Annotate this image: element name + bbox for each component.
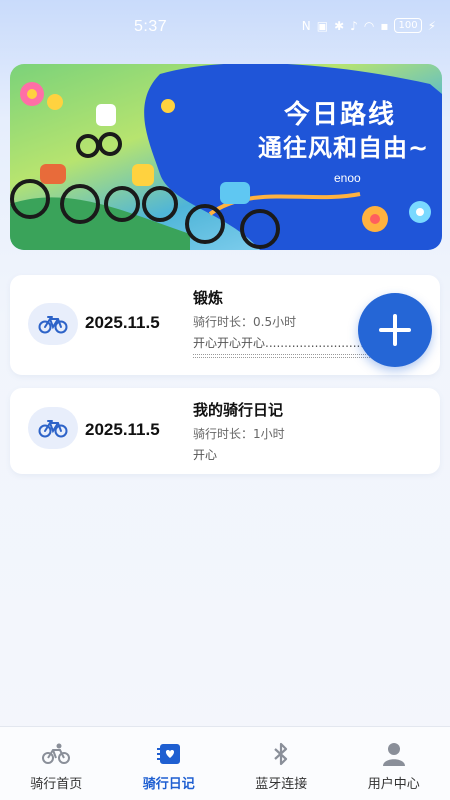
nfc-icon: N — [301, 18, 311, 33]
tab-bluetooth[interactable]: 蓝牙连接 — [225, 727, 338, 800]
status-icons: N ▣ ✱ ♪ ◠ ▪ 100 ⚡ — [302, 18, 436, 33]
mute-icon: ♪ — [350, 18, 358, 33]
tab-label: 骑行日记 — [142, 777, 195, 792]
entry-note: 开心 — [193, 448, 218, 462]
bike-icon — [28, 407, 78, 449]
entry-date: 2025.11.5 — [85, 313, 160, 332]
status-bar: 5:37 N ▣ ✱ ♪ ◠ ▪ 100 ⚡ — [0, 0, 450, 54]
tab-label: 蓝牙连接 — [255, 777, 308, 792]
charging-icon: ⚡ — [427, 18, 436, 33]
wifi-icon: ◠ — [363, 18, 375, 33]
tab-label: 用户中心 — [367, 777, 420, 792]
banner-brand: enoo — [334, 171, 361, 185]
bike-icon — [28, 303, 78, 345]
entry-title: 锻炼 — [193, 289, 224, 307]
plus-icon — [379, 314, 411, 346]
add-entry-button[interactable] — [358, 293, 432, 367]
diary-entry-card[interactable]: 2025.11.5 我的骑行日记 骑行时长：1小时 开心 — [10, 388, 440, 474]
tab-ride-home[interactable]: 骑行首页 — [0, 727, 113, 800]
tab-label: 骑行首页 — [30, 777, 83, 792]
user-icon — [380, 741, 408, 767]
bike-icon — [42, 741, 71, 767]
entry-duration: 骑行时长：0.5小时 — [193, 315, 297, 329]
diary-icon — [155, 741, 183, 767]
bluetooth-icon — [267, 741, 295, 767]
entry-date: 2025.11.5 — [85, 420, 160, 439]
banner-subtitle: 通往风和自由~ — [258, 134, 430, 162]
vibrate-icon: ▣ — [316, 18, 329, 33]
tab-user-center[interactable]: 用户中心 — [338, 727, 450, 800]
alert-icon: ▪ — [380, 18, 389, 33]
entry-duration: 骑行时长：1小时 — [193, 427, 285, 441]
banner-image[interactable]: 今日路线 通往风和自由~ enoo — [10, 64, 442, 250]
banner-title: 今日路线 — [284, 100, 397, 130]
battery-icon: 100 — [394, 18, 422, 33]
bottom-tab-bar: 骑行首页 骑行日记 蓝牙连接 用户中心 — [0, 726, 450, 800]
bluetooth-icon: ✱ — [334, 18, 345, 33]
entry-title: 我的骑行日记 — [193, 401, 284, 419]
tab-ride-diary[interactable]: 骑行日记 — [113, 727, 226, 800]
status-time: 5:37 — [134, 18, 168, 35]
